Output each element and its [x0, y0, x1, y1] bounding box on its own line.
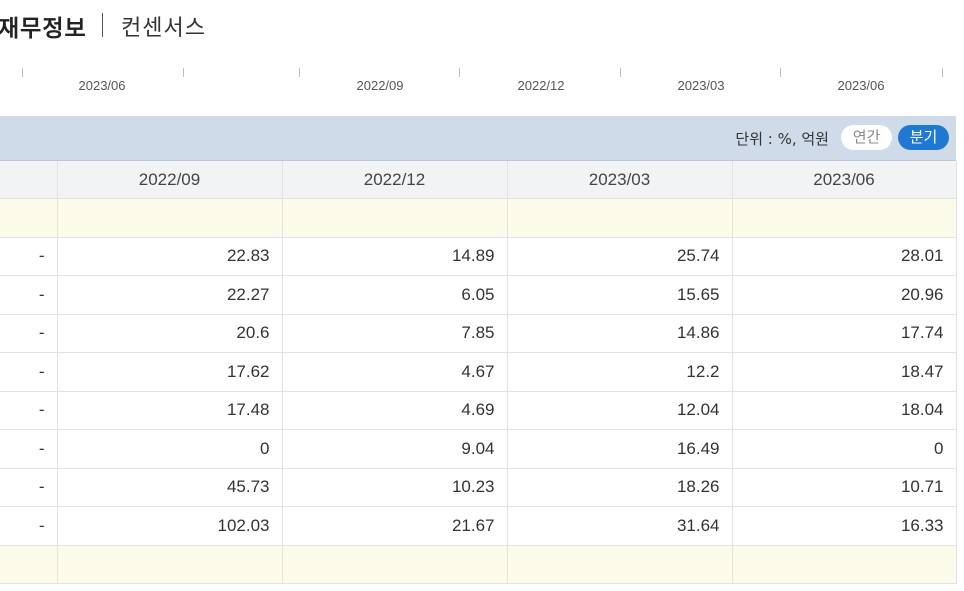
table-cell: 28.01	[732, 237, 957, 276]
table-cell: 18.47	[732, 352, 957, 392]
table-cell: 17.48	[57, 391, 283, 430]
table-cell	[0, 198, 58, 238]
timeline-label: 2022/09	[356, 78, 404, 93]
table-cell: -	[0, 352, 58, 392]
table-cell: 9.04	[282, 429, 508, 469]
table-cell	[0, 545, 58, 584]
timeline-tick	[22, 68, 23, 77]
column-header: 2022/12	[282, 161, 508, 199]
table-cell	[282, 198, 508, 238]
table-cell: 15.65	[507, 275, 733, 315]
table-cell: 6.05	[282, 275, 508, 315]
table-cell	[57, 198, 283, 238]
table-cell: 25.74	[507, 237, 733, 276]
timeline-label: 2023/06	[78, 78, 126, 93]
table-cell: 16.33	[732, 506, 957, 546]
column-header: 2022/09	[57, 161, 283, 199]
table-cell: 18.26	[507, 468, 733, 507]
table-cell: -	[0, 391, 58, 430]
table-row: - 17.48 4.69 12.04 18.04	[0, 391, 957, 430]
table-cell: 18.04	[732, 391, 957, 430]
column-header: 2023/06	[732, 161, 957, 199]
table-cell: 102.03	[57, 506, 283, 546]
section-row	[0, 198, 957, 238]
table-cell: 31.64	[507, 506, 733, 546]
section-header: 재무정보 컨센서스	[0, 0, 964, 69]
table-cell: 22.83	[57, 237, 283, 276]
table-cell: 14.89	[282, 237, 508, 276]
table-cell: 20.96	[732, 275, 957, 315]
period-timeline[interactable]: 2023/06 2022/09 2022/12 2023/03 2023/06	[0, 68, 964, 116]
table-cell: 22.27	[57, 275, 283, 315]
unit-label: 단위 : %, 억원	[735, 130, 829, 148]
table-cell: -	[0, 237, 58, 276]
table-cell: 12.2	[507, 352, 733, 392]
financial-table: 2022/09 2022/12 2023/03 2023/06 - 22.83 …	[0, 161, 957, 584]
table-cell: 20.6	[57, 314, 283, 353]
table-cell: 4.67	[282, 352, 508, 392]
page-title: 재무정보	[0, 16, 87, 42]
row-label-header	[0, 161, 58, 199]
table-cell	[732, 545, 957, 584]
timeline-tick	[459, 68, 460, 77]
timeline-tick	[183, 68, 184, 77]
table-row: - 17.62 4.67 12.2 18.47	[0, 352, 957, 392]
table-row: - 45.73 10.23 18.26 10.71	[0, 468, 957, 507]
table-cell: 21.67	[282, 506, 508, 546]
table-cell: 0	[57, 429, 283, 469]
timeline-label: 2023/06	[837, 78, 885, 93]
consensus-tab[interactable]: 컨센서스	[121, 10, 206, 42]
table-cell	[507, 198, 733, 238]
timeline-tick	[942, 68, 943, 77]
table-cell: 12.04	[507, 391, 733, 430]
timeline-label: 2023/03	[677, 78, 725, 93]
table-cell: 17.74	[732, 314, 957, 353]
table-cell: 45.73	[57, 468, 283, 507]
quarter-toggle-button[interactable]: 분기	[898, 125, 949, 150]
table-cell: 0	[732, 429, 957, 469]
table-row: - 102.03 21.67 31.64 16.33	[0, 506, 957, 546]
table-row: - 0 9.04 16.49 0	[0, 429, 957, 469]
table-cell: 16.49	[507, 429, 733, 469]
table-cell: 4.69	[282, 391, 508, 430]
table-row: - 20.6 7.85 14.86 17.74	[0, 314, 957, 353]
timeline-tick	[299, 68, 300, 77]
table-cell: 10.71	[732, 468, 957, 507]
table-cell	[507, 545, 733, 584]
table-row: - 22.27 6.05 15.65 20.96	[0, 275, 957, 315]
table-header-row: 2022/09 2022/12 2023/03 2023/06	[0, 161, 957, 199]
timeline-tick	[780, 68, 781, 77]
table-cell: -	[0, 506, 58, 546]
column-header: 2023/03	[507, 161, 733, 199]
table-cell: -	[0, 275, 58, 315]
table-cell	[732, 198, 957, 238]
title-divider	[102, 13, 103, 37]
table-cell	[282, 545, 508, 584]
timeline-tick	[620, 68, 621, 77]
table-cell: 7.85	[282, 314, 508, 353]
table-cell: -	[0, 314, 58, 353]
timeline-label: 2022/12	[517, 78, 565, 93]
table-cell: -	[0, 468, 58, 507]
table-cell: -	[0, 429, 58, 469]
section-row	[0, 545, 957, 584]
table-cell: 17.62	[57, 352, 283, 392]
table-cell: 10.23	[282, 468, 508, 507]
unit-toolbar: 단위 : %, 억원 연간 분기	[0, 116, 956, 161]
table-cell: 14.86	[507, 314, 733, 353]
annual-toggle-button[interactable]: 연간	[841, 125, 892, 150]
table-row: - 22.83 14.89 25.74 28.01	[0, 237, 957, 276]
table-cell	[57, 545, 283, 584]
